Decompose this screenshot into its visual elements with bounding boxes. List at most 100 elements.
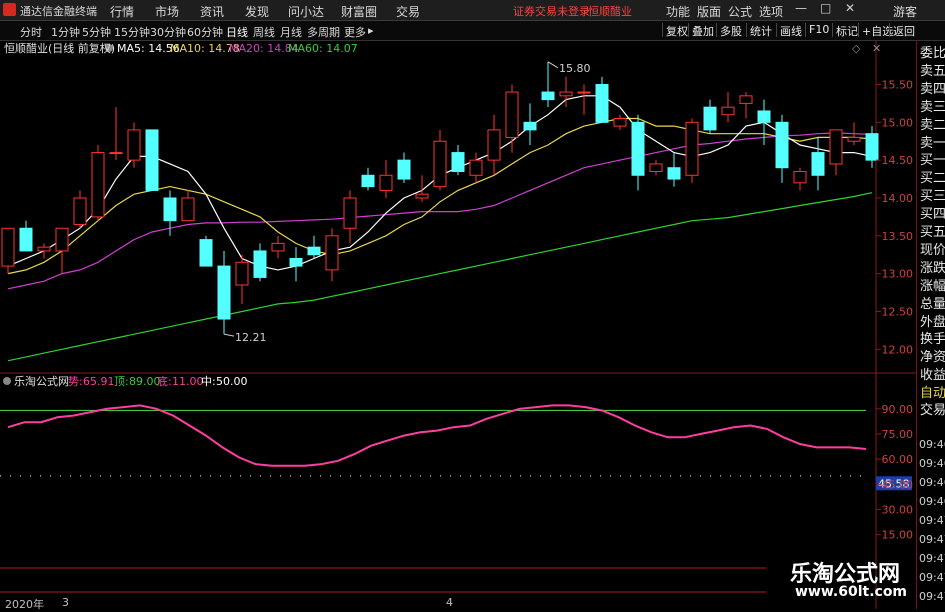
candle-body	[73, 197, 87, 225]
candle[interactable]	[829, 129, 843, 176]
candle[interactable]	[181, 190, 195, 222]
quote-panel: 委比 卖五 卖四 卖三 卖二 卖一 买一 买二 买三 买四 买五 现价 涨跌 涨幅 总量 外盘 换手 净资 收益 自…	[916, 41, 945, 609]
candle-body	[703, 106, 717, 131]
candle[interactable]	[289, 247, 303, 282]
rp-item-0[interactable]: 委比	[920, 45, 945, 62]
candle[interactable]	[649, 160, 663, 176]
candle[interactable]	[361, 167, 375, 191]
candle[interactable]	[55, 227, 69, 274]
candle[interactable]	[217, 250, 231, 335]
rp-time-8: 09:47	[919, 590, 945, 603]
rp-item-5[interactable]: 卖一	[920, 135, 945, 152]
rp-item-10[interactable]: 买五	[920, 224, 945, 241]
candle-body	[865, 133, 879, 161]
candle[interactable]	[793, 167, 807, 191]
candle[interactable]	[595, 76, 609, 123]
rp-item-16[interactable]: 换手	[920, 331, 945, 348]
candle[interactable]	[739, 92, 753, 119]
rp-auto[interactable]: 自动	[920, 385, 945, 402]
ind-tick-label: 45.00	[882, 478, 914, 491]
price-tick-label: 14.50	[882, 154, 914, 167]
candle-body	[649, 163, 663, 172]
candle-body	[685, 121, 699, 176]
candle[interactable]	[325, 228, 339, 282]
candle-body	[631, 121, 645, 176]
candle[interactable]	[703, 99, 717, 134]
candle[interactable]	[811, 137, 825, 191]
rp-time-6: 09:47	[919, 552, 945, 565]
ind-tick-label: 30.00	[882, 503, 914, 516]
candle[interactable]	[235, 254, 249, 304]
candle-body	[613, 118, 627, 127]
candle[interactable]	[271, 235, 285, 259]
price-tick-label: 15.00	[882, 116, 914, 129]
candle[interactable]	[397, 152, 411, 183]
rp-item-1[interactable]: 卖五	[920, 63, 945, 80]
candle[interactable]	[631, 114, 645, 191]
candle[interactable]	[667, 152, 681, 187]
rp-item-3[interactable]: 卖三	[920, 99, 945, 116]
candle[interactable]	[199, 235, 213, 267]
candle[interactable]	[307, 235, 321, 259]
candle[interactable]	[73, 190, 87, 229]
candle[interactable]	[1, 227, 15, 274]
rp-item-14[interactable]: 总量	[920, 296, 945, 313]
rp-item-2[interactable]: 卖四	[920, 81, 945, 98]
rp-item-17[interactable]: 净资	[920, 349, 945, 366]
rp-time-2: 09:46	[919, 476, 945, 489]
candle[interactable]	[487, 114, 501, 176]
candle[interactable]	[469, 152, 483, 183]
rp-item-6[interactable]: 买一	[920, 152, 945, 169]
candle[interactable]	[577, 84, 591, 115]
candle[interactable]	[613, 114, 627, 130]
rp-time-4: 09:47	[919, 514, 945, 527]
rp-item-9[interactable]: 买四	[920, 206, 945, 223]
price-tick-label: 12.50	[882, 305, 914, 318]
candle[interactable]	[253, 243, 267, 282]
ind-zhong-value: 50.00	[216, 375, 248, 388]
candle[interactable]	[109, 107, 123, 161]
candle[interactable]	[19, 220, 33, 252]
candle[interactable]	[145, 129, 159, 191]
candle[interactable]	[775, 114, 789, 183]
rp-time-0: 09:46	[919, 438, 945, 451]
rp-item-15[interactable]: 外盘	[920, 314, 945, 331]
rp-item-4[interactable]: 卖二	[920, 117, 945, 134]
candle-body	[541, 91, 555, 101]
rp-item-12[interactable]: 涨跌	[920, 260, 945, 277]
candle[interactable]	[721, 92, 735, 123]
footer-year: 2020年	[5, 598, 44, 611]
candle[interactable]	[541, 61, 555, 108]
chart-collapse-icon[interactable]: ◇	[852, 42, 861, 55]
candle-body	[109, 152, 123, 155]
candle[interactable]	[685, 118, 699, 183]
rp-item-7[interactable]: 买二	[920, 170, 945, 187]
rp-item-11[interactable]: 现价	[920, 242, 945, 259]
price-tick-label: 13.00	[882, 268, 914, 281]
legend-ma60: MA60: 14.07	[288, 42, 358, 55]
candle[interactable]	[505, 84, 519, 153]
price-tick-label: 14.00	[882, 192, 914, 205]
indicator-toggle-icon[interactable]	[3, 377, 11, 385]
candle[interactable]	[523, 103, 537, 146]
candle-body	[181, 197, 195, 222]
candle[interactable]	[343, 190, 357, 244]
candle-body	[145, 129, 159, 191]
high-label: 15.80	[559, 62, 591, 75]
candle-body	[289, 258, 303, 267]
rp-item-18[interactable]: 收益	[920, 367, 945, 384]
candle-body	[217, 265, 231, 320]
kline-chart[interactable]: 15.8012.21 45.58 15.5015.0014.5014.0013.…	[0, 0, 916, 609]
candle[interactable]	[451, 145, 465, 176]
chart-close-icon[interactable]: ✕	[872, 42, 881, 55]
candle[interactable]	[379, 160, 393, 198]
candle[interactable]	[415, 175, 429, 202]
candle[interactable]	[433, 129, 447, 191]
rp-item-8[interactable]: 买三	[920, 188, 945, 205]
candle[interactable]	[91, 145, 105, 221]
rp-item-13[interactable]: 涨幅	[920, 278, 945, 295]
high-marker	[547, 61, 559, 69]
candle[interactable]	[37, 243, 51, 259]
legend-title: 恒顺醋业(日线 前复权)	[4, 41, 115, 55]
rp-trade[interactable]: 交易	[920, 402, 945, 419]
